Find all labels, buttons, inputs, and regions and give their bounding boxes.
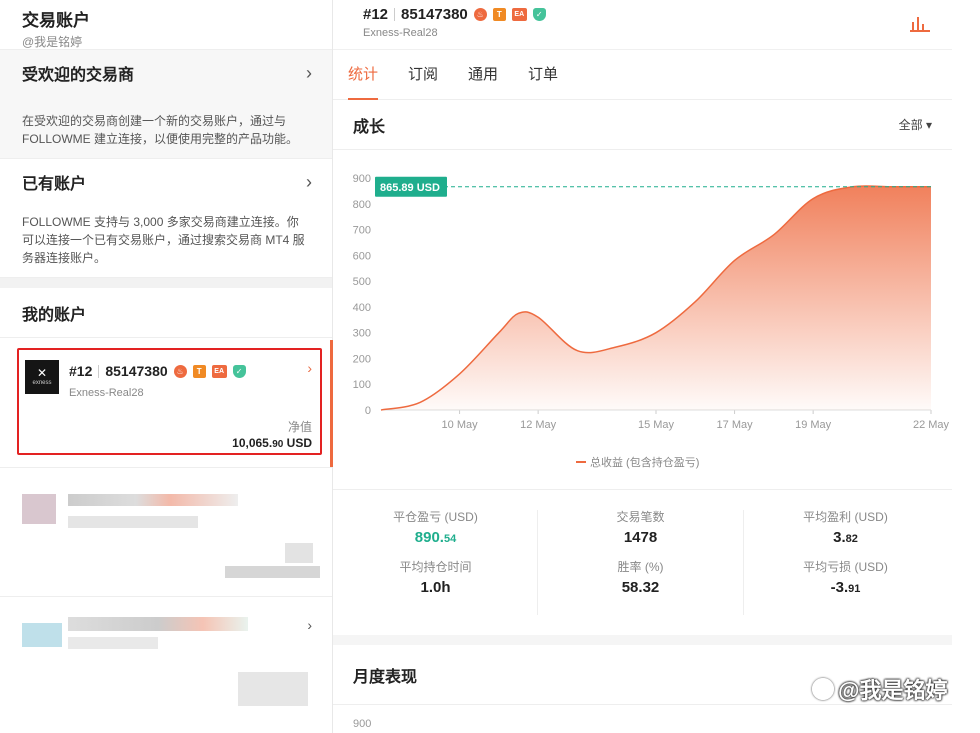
section-divider <box>333 635 952 645</box>
growth-header: 成长 全部 ▾ <box>333 100 952 150</box>
x-tick-label: 10 May <box>442 419 479 431</box>
equity-value: 10,065.90 USD <box>232 436 312 450</box>
y-tick-label: 800 <box>353 199 371 211</box>
blurred-text <box>68 637 158 649</box>
growth-area <box>381 185 931 410</box>
x-tick-label: 17 May <box>717 419 754 431</box>
stats-grid: 平仓盈亏 (USD) 890.54 平均持仓时间 1.0h 交易笔数 1478 … <box>333 490 952 635</box>
closed-pnl-value: 890.54 <box>414 529 457 546</box>
y-tick-label: 0 <box>365 405 371 417</box>
chevron-right-icon: › <box>306 171 312 192</box>
blurred-avatar <box>22 494 56 524</box>
fire-icon: ♨ <box>473 8 487 21</box>
tab-orders[interactable]: 订单 <box>528 50 558 100</box>
header-server: Exness-Real28 <box>363 27 438 39</box>
blurred-text <box>238 672 308 706</box>
range-filter-dropdown[interactable]: 全部 ▾ <box>899 116 932 133</box>
user-handle: @我是铭婷 <box>22 35 83 49</box>
existing-account-label: 已有账户 <box>22 176 87 193</box>
exness-logo: ✕ exness <box>25 360 59 394</box>
avg-loss-value: -3.91 <box>830 579 861 596</box>
blurred-text <box>68 494 238 506</box>
blurred-text <box>225 566 320 578</box>
avg-profit-label: 平均盈利 (USD) <box>803 510 888 524</box>
tab-bar: 统计 订阅 通用 订单 <box>333 50 952 100</box>
blurred-avatar <box>22 623 62 647</box>
trade-count-value: 1478 <box>623 529 658 546</box>
growth-title: 成长 <box>353 118 386 136</box>
chevron-right-icon: › <box>307 360 312 376</box>
win-rate-value: 58.32 <box>621 579 660 596</box>
tab-general[interactable]: 通用 <box>468 50 498 100</box>
ea-badge-icon: EA <box>211 364 227 378</box>
fire-icon: ♨ <box>173 364 187 378</box>
growth-chart-svg: 0 100 200 300 400 500 600 700 800 900 10 May 12 Ma… <box>353 173 950 469</box>
watermark-logo-icon <box>812 678 834 700</box>
tab-statistics[interactable]: 统计 <box>348 50 379 100</box>
selected-account-card[interactable]: ✕ exness #12 85147380 ♨ T EA ✓ Exness-Re… <box>17 348 322 455</box>
avg-hold-time-value: 1.0h <box>420 579 451 596</box>
chevron-right-icon: › <box>306 62 312 83</box>
y-tick-label: 400 <box>353 302 371 314</box>
closed-pnl-label: 平仓盈亏 (USD) <box>393 510 478 524</box>
monthly-y-tick: 900 <box>353 718 372 730</box>
shield-check-icon: ✓ <box>232 364 246 378</box>
avg-profit-value: 3.82 <box>833 529 858 546</box>
existing-account-section[interactable]: 已有账户 › FOLLOWME 支持与 3,000 多家交易商建立连接。你可以连… <box>0 158 332 278</box>
blurred-text <box>68 516 198 528</box>
x-tick-label: 22 May <box>913 419 950 431</box>
avg-hold-time-label: 平均持仓时间 <box>399 560 472 574</box>
existing-account-desc: FOLLOWME 支持与 3,000 多家交易商建立连接。你可以连接一个已有交易… <box>22 215 305 265</box>
stats-column: 交易笔数 1478 胜率 (%) 58.32 <box>538 508 743 608</box>
caret-down-icon: ▾ <box>925 118 932 132</box>
watermark: @我是铭婷 <box>812 673 947 705</box>
t-badge-icon: T <box>192 364 206 378</box>
bar-chart-icon[interactable] <box>910 14 930 32</box>
trade-count-label: 交易笔数 <box>616 510 665 524</box>
account-list-item[interactable] <box>0 467 332 596</box>
page-title: 交易账户 <box>22 11 90 30</box>
stats-column: 平仓盈亏 (USD) 890.54 平均持仓时间 1.0h <box>333 508 538 608</box>
page-margin <box>952 0 980 733</box>
x-tick-label: 12 May <box>520 419 557 431</box>
legend-label[interactable]: 总收益 (包含持仓盈亏) <box>590 455 699 469</box>
y-tick-label: 700 <box>353 225 371 237</box>
y-tick-label: 900 <box>353 173 371 185</box>
popular-brokers-row[interactable]: 受欢迎的交易商 › <box>0 50 332 96</box>
stats-column: 平均盈利 (USD) 3.82 平均亏损 (USD) -3.91 <box>743 508 948 608</box>
y-tick-label: 200 <box>353 353 371 365</box>
blurred-text <box>285 543 313 563</box>
account-number: #12 85147380 ♨ T EA ✓ <box>69 363 246 379</box>
x-tick-label: 19 May <box>795 419 832 431</box>
shield-check-icon: ✓ <box>532 8 546 21</box>
ea-badge-icon: EA <box>511 8 527 21</box>
equity-label: 净值 <box>287 420 312 434</box>
y-tick-label: 100 <box>353 379 371 391</box>
main-panel: #12 85147380 ♨ T EA ✓ Exness-Real28 统计 订… <box>333 0 952 733</box>
tab-subscribe[interactable]: 订阅 <box>408 50 438 100</box>
account-list-item[interactable]: › <box>0 596 332 723</box>
popular-brokers-desc: 在受欢迎的交易商创建一个新的交易账户，通过与 FOLLOWME 建立连接，以便使… <box>22 114 299 146</box>
y-tick-label: 500 <box>353 276 371 288</box>
left-header: 交易账户 @我是铭婷 <box>0 0 332 50</box>
t-badge-icon: T <box>492 8 506 21</box>
avg-loss-label: 平均亏损 (USD) <box>803 560 888 574</box>
section-divider <box>0 278 332 288</box>
blurred-text <box>68 617 248 631</box>
x-tick-label: 15 May <box>638 419 675 431</box>
account-header: #12 85147380 ♨ T EA ✓ Exness-Real28 <box>333 0 952 50</box>
my-accounts-title: 我的账户 <box>0 288 332 338</box>
popular-brokers-section[interactable]: 受欢迎的交易商 › 在受欢迎的交易商创建一个新的交易账户，通过与 FOLLOWM… <box>0 50 332 158</box>
y-tick-label: 600 <box>353 250 371 262</box>
account-server: Exness-Real28 <box>69 387 144 399</box>
growth-chart: 0 100 200 300 400 500 600 700 800 900 10 May 12 Ma… <box>333 150 952 490</box>
popular-brokers-label: 受欢迎的交易商 <box>22 67 135 84</box>
existing-account-row[interactable]: 已有账户 › <box>0 159 332 205</box>
win-rate-label: 胜率 (%) <box>617 560 664 574</box>
header-account-number: #12 85147380 ♨ T EA ✓ <box>363 6 922 23</box>
chevron-right-icon: › <box>307 617 312 633</box>
y-tick-label: 300 <box>353 328 371 340</box>
marker-label: 865.89 USD <box>380 182 440 194</box>
